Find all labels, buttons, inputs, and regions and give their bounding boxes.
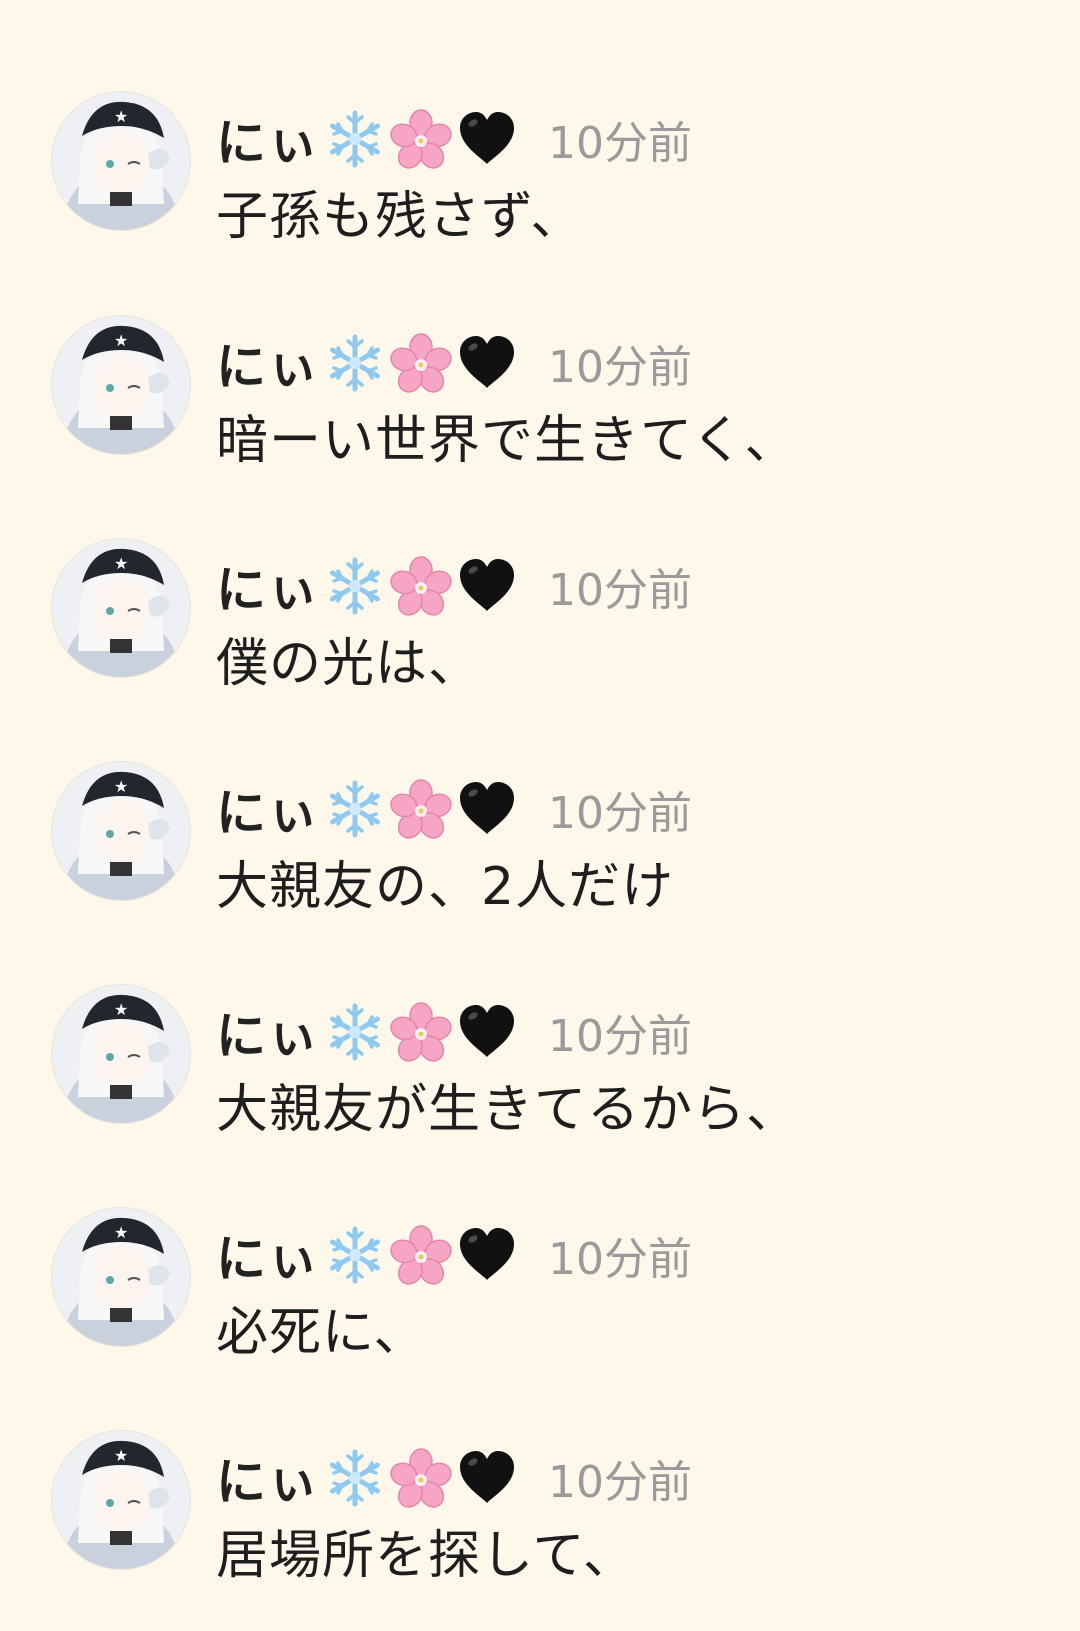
svg-text:★: ★: [114, 331, 128, 350]
svg-text:★: ★: [114, 1000, 128, 1019]
timestamp: 10分前: [548, 1457, 692, 1508]
timestamp: 10分前: [548, 1011, 692, 1062]
chat-post[interactable]: ★ にぃ: [0, 92, 1080, 292]
message-text: 僕の光は、: [216, 634, 482, 694]
post-header: にぃ 10分前: [216, 553, 692, 619]
svg-text:★: ★: [114, 777, 128, 796]
message-text: 居場所を探して、: [216, 1526, 636, 1586]
chat-post[interactable]: ★ にぃ: [0, 985, 1080, 1185]
post-header: にぃ 10分前: [216, 106, 692, 172]
username[interactable]: にぃ: [216, 550, 320, 622]
cherry-blossom-icon: [390, 1001, 452, 1063]
snowflake-icon: [324, 1224, 386, 1286]
timestamp: 10分前: [548, 118, 692, 169]
snowflake-icon: [324, 778, 386, 840]
chat-post[interactable]: ★ にぃ: [0, 1431, 1080, 1631]
avatar[interactable]: ★: [52, 762, 190, 900]
post-header: にぃ 10分前: [216, 999, 692, 1065]
cherry-blossom-icon: [390, 555, 452, 617]
svg-text:★: ★: [114, 1223, 128, 1242]
black-heart-icon: [456, 1001, 518, 1063]
timestamp: 10分前: [548, 788, 692, 839]
post-header: にぃ 10分前: [216, 776, 692, 842]
chat-post[interactable]: ★ にぃ: [0, 316, 1080, 516]
post-header: にぃ 10分前: [216, 1222, 692, 1288]
black-heart-icon: [456, 1224, 518, 1286]
cherry-blossom-icon: [390, 108, 452, 170]
chat-post[interactable]: ★ にぃ: [0, 762, 1080, 962]
avatar[interactable]: ★: [52, 985, 190, 1123]
svg-text:★: ★: [114, 554, 128, 573]
svg-text:★: ★: [114, 1446, 128, 1465]
timestamp: 10分前: [548, 342, 692, 393]
snowflake-icon: [324, 1001, 386, 1063]
username[interactable]: にぃ: [216, 327, 320, 399]
username[interactable]: にぃ: [216, 996, 320, 1068]
timestamp: 10分前: [548, 565, 692, 616]
username[interactable]: にぃ: [216, 1442, 320, 1514]
avatar[interactable]: ★: [52, 539, 190, 677]
post-header: にぃ 10分前: [216, 330, 692, 396]
cherry-blossom-icon: [390, 1447, 452, 1509]
post-header: にぃ 10分前: [216, 1445, 692, 1511]
black-heart-icon: [456, 555, 518, 617]
chat-post[interactable]: ★ にぃ: [0, 539, 1080, 739]
avatar[interactable]: ★: [52, 1431, 190, 1569]
chat-feed: ★ にぃ 10分前 子孫も残さず、 ★ にぃ 10分前 暗ーい世界で生きてく、 …: [0, 0, 1080, 1620]
avatar[interactable]: ★: [52, 316, 190, 454]
username[interactable]: にぃ: [216, 1219, 320, 1291]
black-heart-icon: [456, 108, 518, 170]
cherry-blossom-icon: [390, 332, 452, 394]
cherry-blossom-icon: [390, 1224, 452, 1286]
message-text: 大親友の、2人だけ: [216, 857, 675, 917]
snowflake-icon: [324, 108, 386, 170]
avatar[interactable]: ★: [52, 1208, 190, 1346]
avatar[interactable]: ★: [52, 92, 190, 230]
message-text: 子孫も残さず、: [216, 187, 584, 247]
snowflake-icon: [324, 1447, 386, 1509]
username[interactable]: にぃ: [216, 773, 320, 845]
username[interactable]: にぃ: [216, 103, 320, 175]
cherry-blossom-icon: [390, 778, 452, 840]
black-heart-icon: [456, 778, 518, 840]
snowflake-icon: [324, 555, 386, 617]
snowflake-icon: [324, 332, 386, 394]
black-heart-icon: [456, 1447, 518, 1509]
svg-text:★: ★: [114, 107, 128, 126]
message-text: 大親友が生きてるから、: [216, 1080, 800, 1140]
chat-post[interactable]: ★ にぃ: [0, 1208, 1080, 1408]
timestamp: 10分前: [548, 1234, 692, 1285]
message-text: 暗ーい世界で生きてく、: [216, 411, 798, 471]
black-heart-icon: [456, 332, 518, 394]
message-text: 必死に、: [216, 1303, 427, 1363]
